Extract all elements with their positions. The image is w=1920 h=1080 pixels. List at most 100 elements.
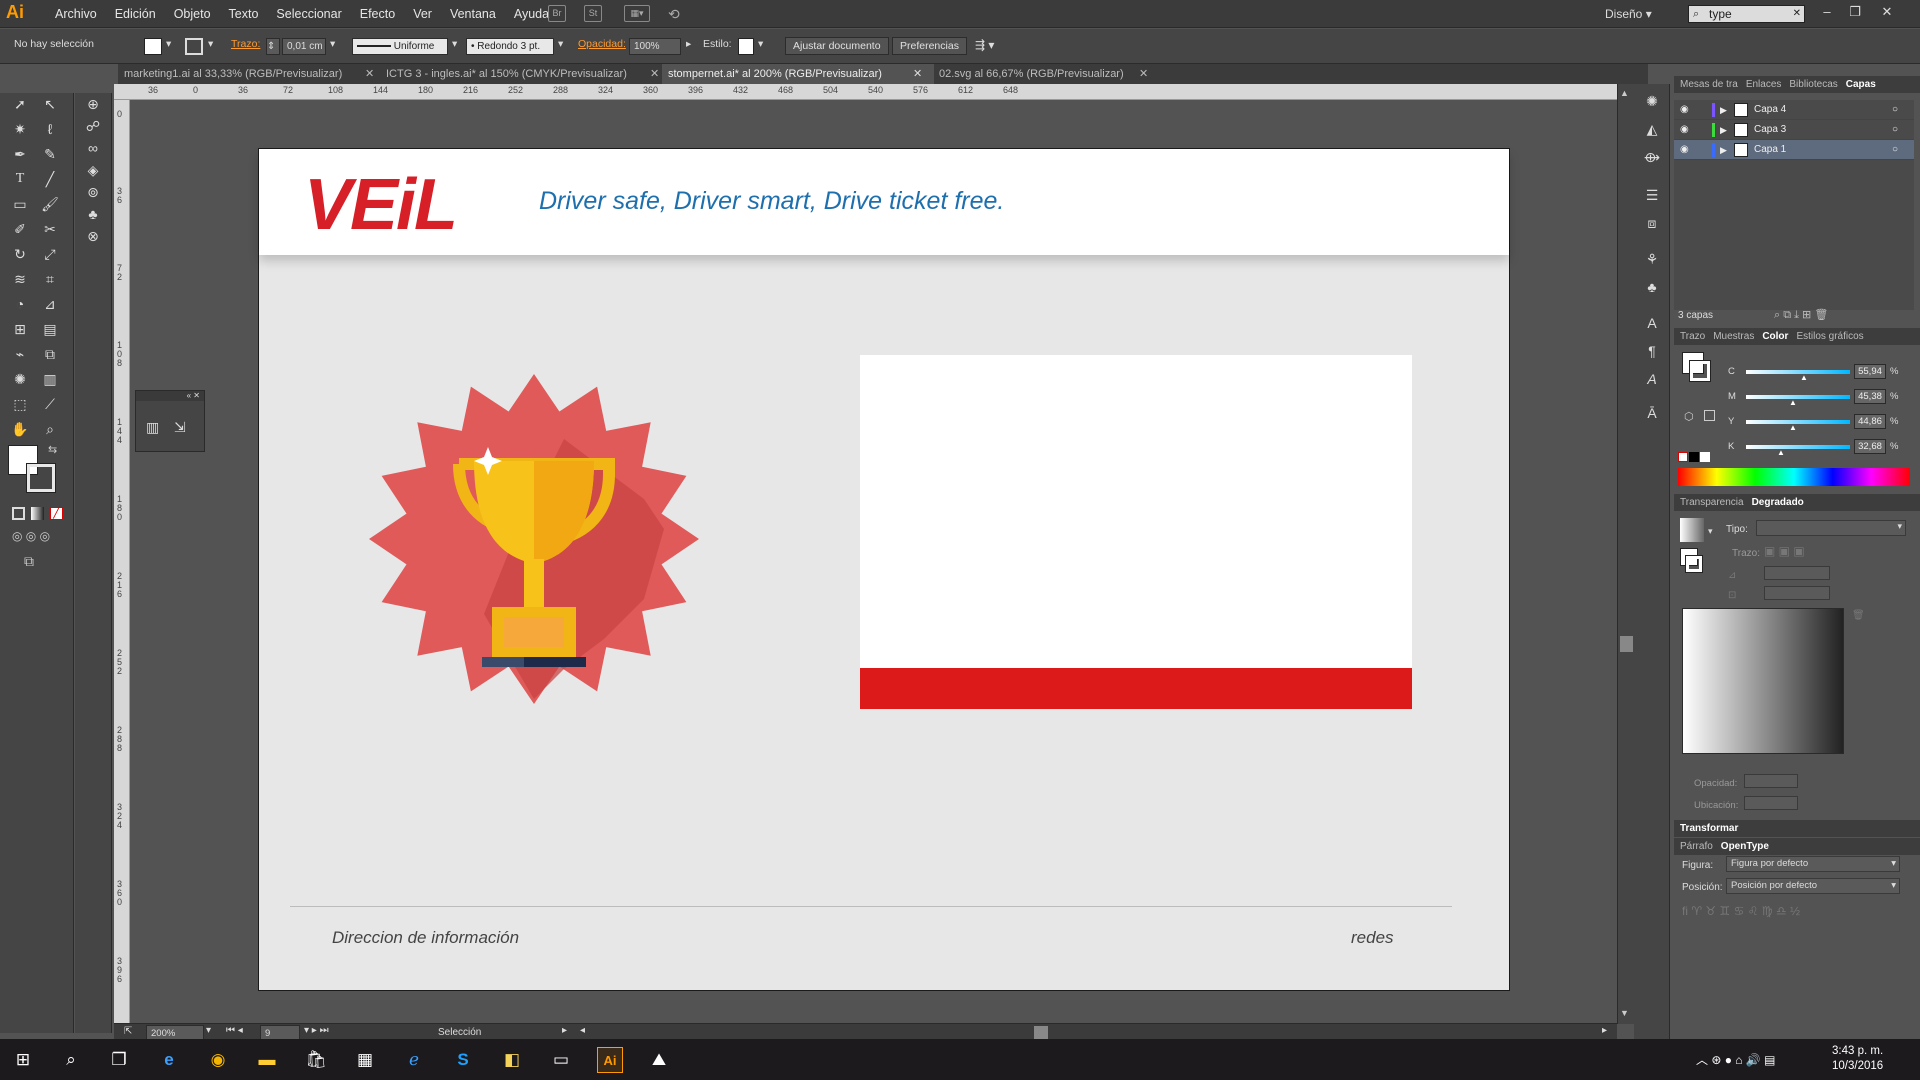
skype-icon[interactable]: S	[450, 1047, 476, 1073]
align-icon[interactable]: ◈	[81, 159, 105, 181]
tab-paragraph[interactable]: Párrafo	[1680, 838, 1713, 855]
windows-start-icon[interactable]: ⊞	[10, 1047, 36, 1073]
color-guide-icon[interactable]: ✺	[1640, 90, 1664, 112]
edge-icon[interactable]: e	[156, 1047, 182, 1073]
arrange-icon[interactable]: ⇶ ▾	[975, 38, 994, 52]
cmyk-value-input[interactable]: 45,38	[1854, 389, 1886, 404]
draw-mode-icon[interactable]: ◎ ◎ ◎	[12, 529, 50, 543]
layer-expand-icon[interactable]: ▶	[1720, 100, 1727, 120]
gradient-stroke-options-icon[interactable]: ▣ ▣ ▣	[1764, 544, 1805, 558]
tab-layers[interactable]: Capas	[1846, 76, 1876, 93]
gradient-type-select[interactable]: ▾	[1756, 520, 1906, 536]
store-icon[interactable]: 🛍	[303, 1047, 329, 1073]
layer-name[interactable]: Capa 4	[1754, 100, 1786, 120]
close-tab-icon[interactable]: ✕	[1139, 67, 1148, 80]
floating-panel-close-icon[interactable]: « ✕	[136, 391, 204, 401]
tab-links[interactable]: Enlaces	[1746, 76, 1782, 93]
lasso-tool-icon[interactable]: ℓ	[38, 118, 62, 140]
graph-type-icon[interactable]: ▥	[146, 419, 159, 436]
zoom-select[interactable]: 200%	[146, 1025, 204, 1040]
symbols-icon[interactable]: ⊗	[81, 225, 105, 247]
tab-marketing1[interactable]: marketing1.ai al 33,33% (RGB/Previsualiz…	[118, 64, 378, 84]
scroll-right-icon[interactable]: ▸	[1602, 1025, 1607, 1036]
cmyk-slider[interactable]	[1746, 445, 1850, 449]
selection-tool-icon[interactable]: ➚	[8, 93, 32, 115]
color-mode-icon[interactable]	[12, 507, 25, 520]
blob-brush-tool-icon[interactable]: ✐	[8, 218, 32, 240]
minimize-button[interactable]: –	[1814, 3, 1840, 23]
tab-transparency[interactable]: Transparencia	[1680, 494, 1744, 511]
glyphs-icon[interactable]: Ā	[1640, 402, 1664, 424]
slider-thumb-icon[interactable]: ▲	[1800, 373, 1808, 382]
layer-row[interactable]: ◉ ▶ Capa 4 ○	[1674, 100, 1914, 120]
symbol-tool-icon[interactable]: ⊕	[81, 93, 105, 115]
scroll-up-icon[interactable]: ▲	[1620, 88, 1629, 98]
tab-swatches[interactable]: Muestras	[1713, 328, 1754, 345]
stroke-profile-select[interactable]: Uniforme	[352, 38, 448, 55]
chrome-icon[interactable]: ◉	[205, 1047, 231, 1073]
graph-tool-icon[interactable]: ▥	[38, 368, 62, 390]
stroke-color-box[interactable]	[26, 463, 56, 493]
style-dropdown-icon[interactable]: ▾	[758, 38, 763, 50]
web-safe-icon[interactable]	[1704, 410, 1715, 421]
layer-row[interactable]: ◉ ▶ Capa 1 ○	[1674, 140, 1914, 160]
cmyk-value-input[interactable]: 44,86	[1854, 414, 1886, 429]
stroke-weight-input[interactable]: 0,01 cm	[282, 38, 326, 55]
style-swatch[interactable]	[738, 38, 754, 55]
layer-name[interactable]: Capa 3	[1754, 120, 1786, 140]
tab-transform[interactable]: Transformar	[1680, 820, 1738, 837]
menu-texto[interactable]: Texto	[220, 7, 268, 21]
eyedropper-tool-icon[interactable]: ⌁	[8, 343, 32, 365]
close-tab-icon[interactable]: ✕	[913, 67, 922, 80]
stroke-stepper[interactable]: ⇕	[266, 38, 280, 55]
gradient-mode-icon[interactable]	[31, 507, 44, 520]
black-swatch[interactable]	[1689, 452, 1699, 462]
stock-icon[interactable]: St	[584, 5, 602, 22]
gpu-icon[interactable]: ⟲	[668, 6, 680, 23]
tab-stompernet[interactable]: stompernet.ai* al 200% (RGB/Previsualiza…	[662, 64, 934, 84]
layer-row[interactable]: ◉ ▶ Capa 3 ○	[1674, 120, 1914, 140]
slider-thumb-icon[interactable]: ▲	[1777, 448, 1785, 457]
zoom-tool-icon[interactable]: ⌕	[38, 418, 62, 440]
free-transform-tool-icon[interactable]: ⌗	[38, 268, 62, 290]
curvature-tool-icon[interactable]: ✎	[38, 143, 62, 165]
artboard-nav-icon[interactable]: ⇱	[124, 1026, 132, 1037]
tab-graphic-styles[interactable]: Estilos gráficos	[1796, 328, 1863, 345]
artboard-tool-icon[interactable]: ⬚	[8, 393, 32, 415]
gradient-stroke-swatch[interactable]	[1685, 555, 1703, 573]
perspective-tool-icon[interactable]: ⊿	[38, 293, 62, 315]
screen-mode-icon[interactable]: ⧉	[24, 553, 34, 570]
menu-seleccionar[interactable]: Seleccionar	[267, 7, 350, 21]
hand-tool-icon[interactable]: ✋	[8, 418, 32, 440]
appearance-icon[interactable]: ∞	[81, 137, 105, 159]
width-tool-icon[interactable]: ≋	[8, 268, 32, 290]
status-menu-icon[interactable]: ▸	[562, 1025, 567, 1036]
first-artboard-icon[interactable]: ⏮ ◂	[226, 1025, 243, 1036]
symbol-sprayer-tool-icon[interactable]: ✺	[8, 368, 32, 390]
task-view-icon[interactable]: ❐	[106, 1047, 132, 1073]
shape-builder-tool-icon[interactable]: ◔	[8, 293, 32, 315]
rectangle-tool-icon[interactable]: ▭	[8, 193, 32, 215]
system-tray-icons[interactable]: ︿ ⊛ ● ⌂ 🔊 ▤	[1696, 1051, 1776, 1068]
tab-artboards[interactable]: Mesas de tra	[1680, 76, 1738, 93]
taskbar-clock[interactable]: 3:43 p. m. 10/3/2016	[1832, 1044, 1883, 1074]
align-panel-icon[interactable]: ☰	[1640, 184, 1664, 206]
gradient-location-input[interactable]	[1744, 796, 1798, 810]
scroll-thumb[interactable]	[1620, 636, 1633, 652]
gradient-preview[interactable]	[1680, 518, 1704, 542]
menu-edicion[interactable]: Edición	[106, 7, 165, 21]
scroll-left-icon[interactable]: ◂	[580, 1025, 585, 1036]
fill-swatch[interactable]	[144, 38, 162, 55]
calculator-icon[interactable]: ▦	[352, 1047, 378, 1073]
layer-expand-icon[interactable]: ▶	[1720, 140, 1727, 160]
ie-icon[interactable]: ℯ	[401, 1047, 427, 1073]
stroke-dropdown-icon[interactable]: ▾	[208, 38, 213, 50]
layer-target-icon[interactable]: ○	[1892, 100, 1898, 120]
graph-data-icon[interactable]: ⇲	[174, 419, 186, 436]
position-select[interactable]: Posición por defecto ▾	[1726, 878, 1900, 894]
tab-02svg[interactable]: 02.svg al 66,67% (RGB/Previsualizar)	[933, 64, 1157, 84]
delete-stop-icon[interactable]: 🗑	[1852, 610, 1865, 621]
opacity-label[interactable]: Opacidad:	[578, 38, 626, 50]
visibility-eye-icon[interactable]: ◉	[1680, 140, 1689, 160]
cmyk-value-input[interactable]: 32,68	[1854, 439, 1886, 454]
